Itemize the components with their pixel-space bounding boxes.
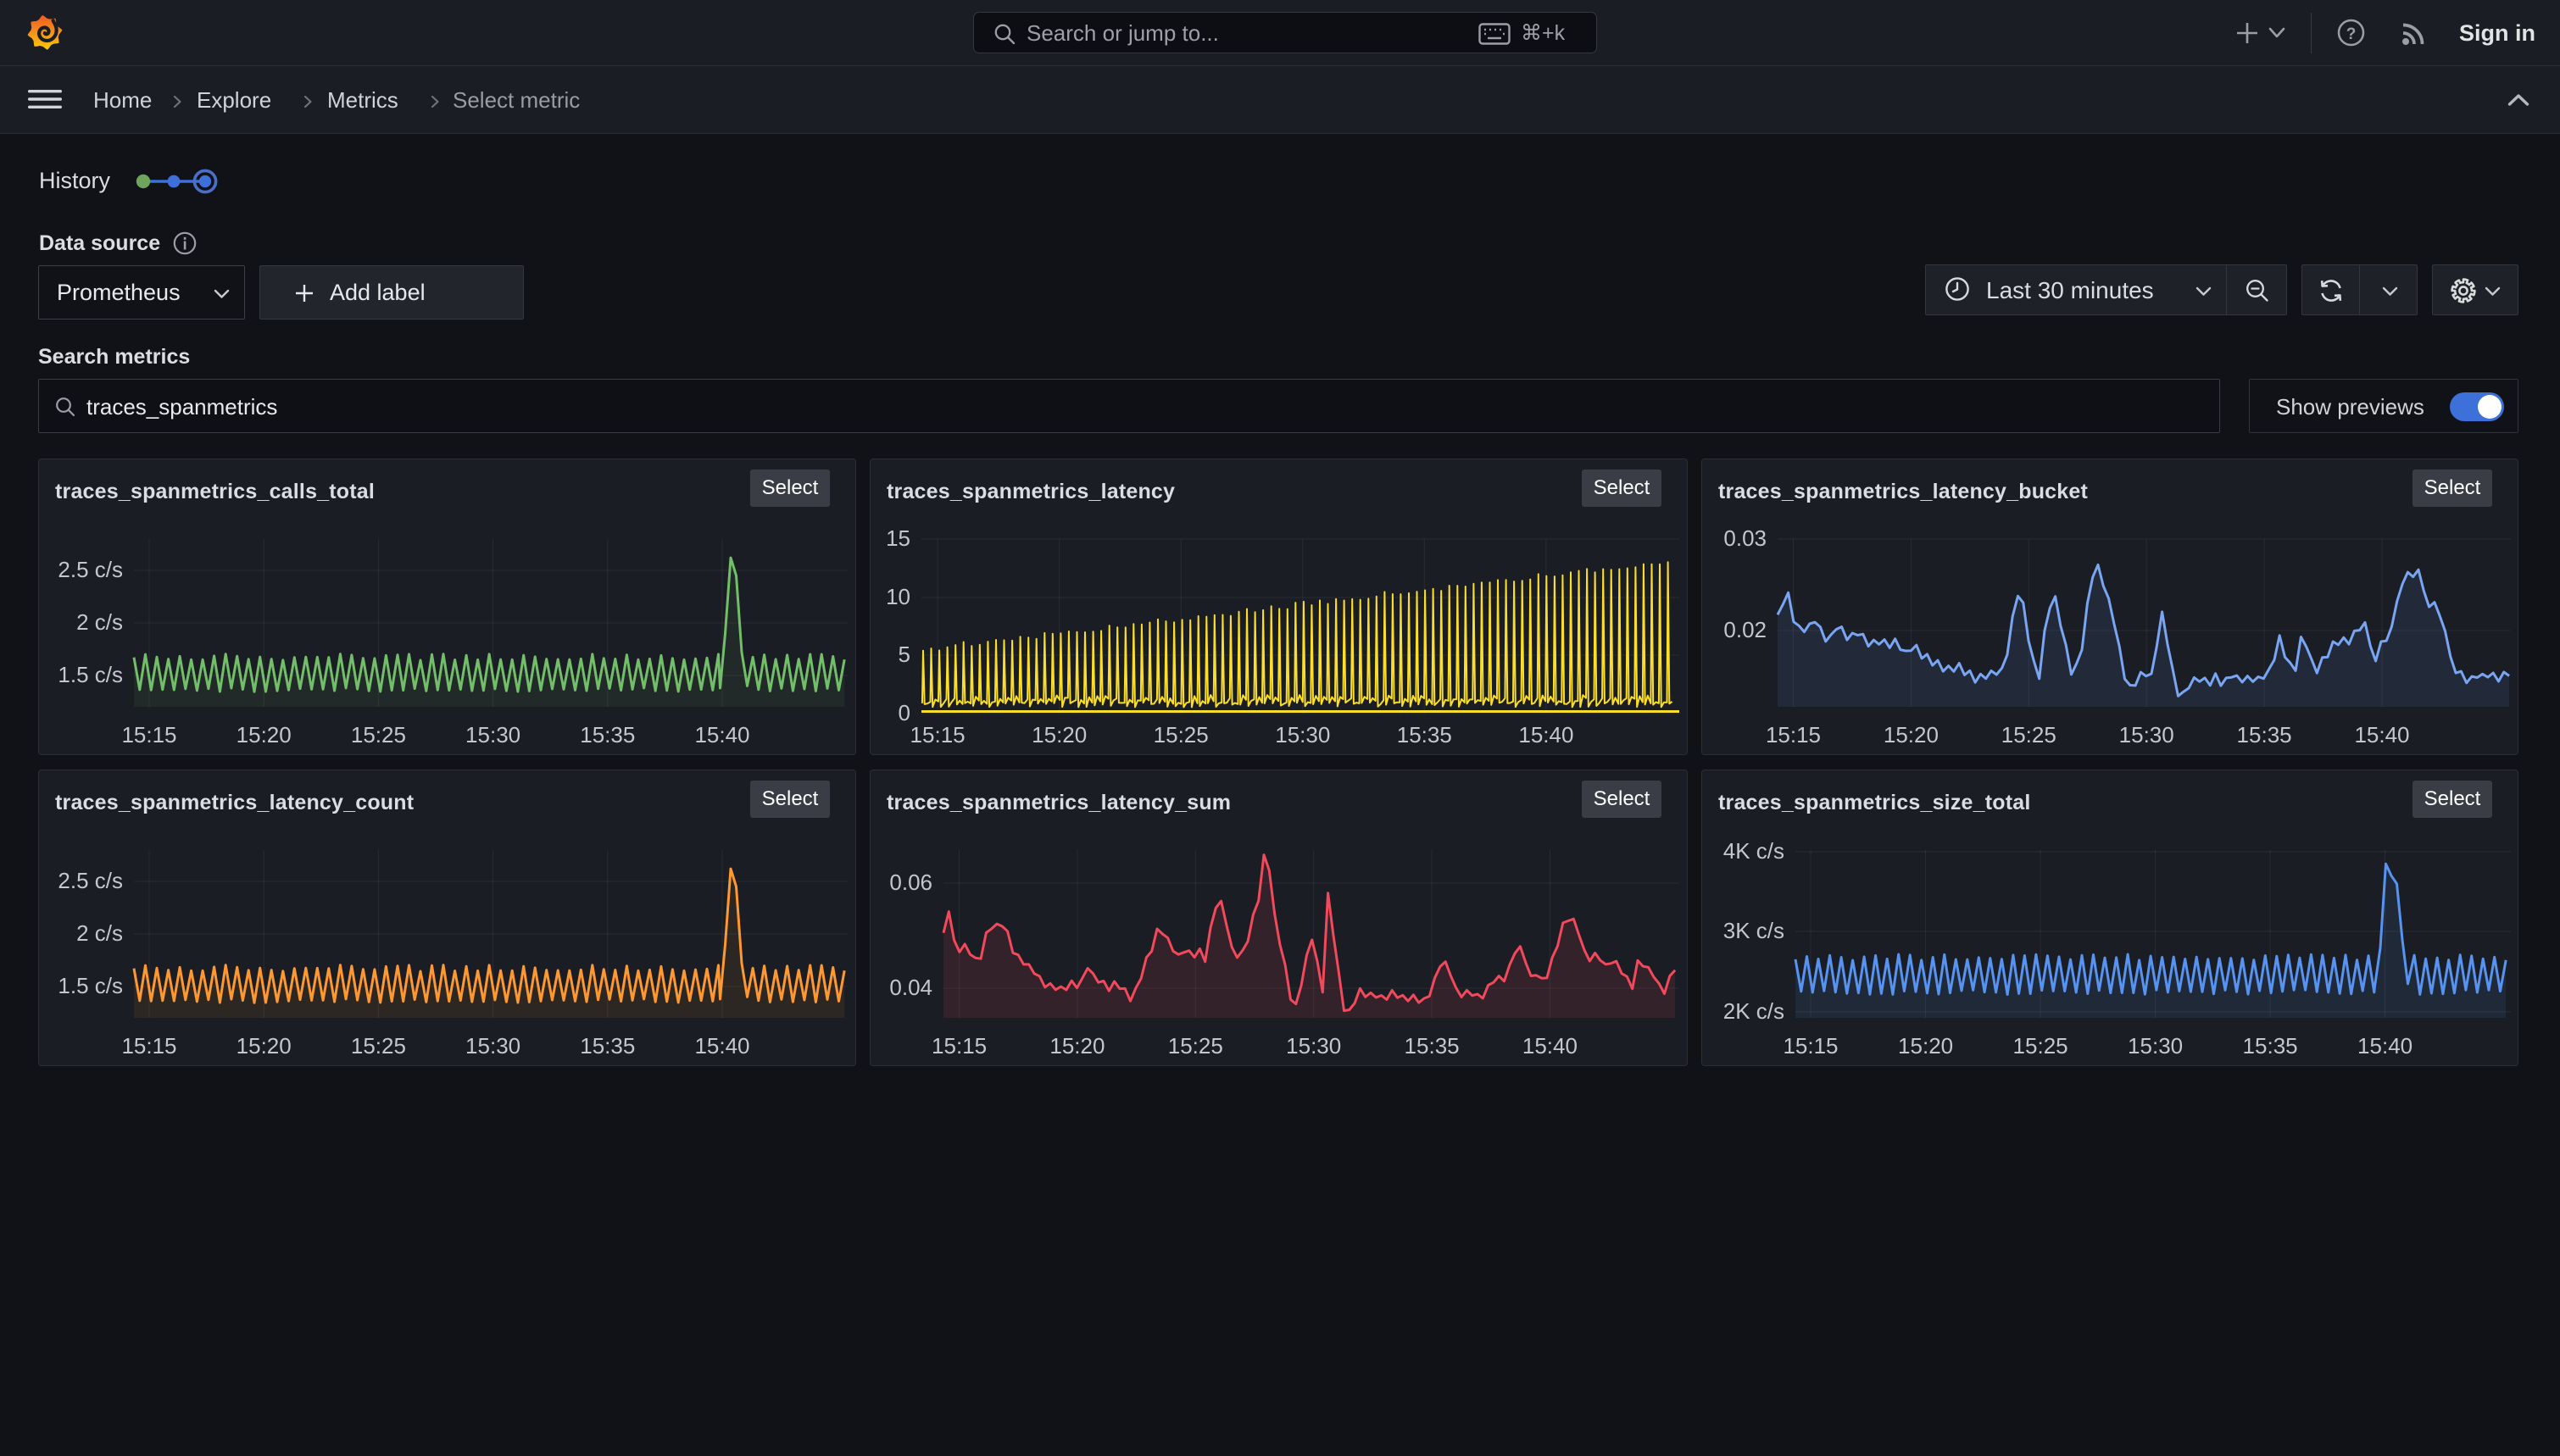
svg-text:0: 0 xyxy=(899,700,910,725)
svg-text:15:15: 15:15 xyxy=(1766,722,1821,747)
svg-text:15:30: 15:30 xyxy=(2119,722,2174,747)
svg-text:15:15: 15:15 xyxy=(121,1033,176,1059)
svg-text:1.5 c/s: 1.5 c/s xyxy=(58,973,123,998)
svg-text:5: 5 xyxy=(899,642,910,667)
svg-text:15:40: 15:40 xyxy=(694,722,749,747)
svg-text:0.02: 0.02 xyxy=(1723,617,1767,642)
svg-text:2.5 c/s: 2.5 c/s xyxy=(58,557,123,582)
svg-text:15:15: 15:15 xyxy=(121,722,176,747)
svg-text:15:35: 15:35 xyxy=(1405,1033,1460,1059)
svg-text:0.04: 0.04 xyxy=(889,975,932,1000)
svg-text:15:25: 15:25 xyxy=(351,722,406,747)
svg-text:15:20: 15:20 xyxy=(1032,722,1087,747)
svg-text:15:30: 15:30 xyxy=(1275,722,1330,747)
svg-text:15:35: 15:35 xyxy=(580,1033,635,1059)
svg-text:2K c/s: 2K c/s xyxy=(1723,998,1784,1024)
svg-text:15:40: 15:40 xyxy=(2357,1033,2413,1059)
svg-text:4K c/s: 4K c/s xyxy=(1723,838,1784,864)
svg-text:15:25: 15:25 xyxy=(1154,722,1209,747)
svg-text:15:35: 15:35 xyxy=(580,722,635,747)
svg-text:15:30: 15:30 xyxy=(465,1033,520,1059)
svg-text:15:15: 15:15 xyxy=(1783,1033,1838,1059)
svg-text:15:20: 15:20 xyxy=(1049,1033,1105,1059)
svg-text:15:20: 15:20 xyxy=(1898,1033,1953,1059)
svg-text:15:20: 15:20 xyxy=(237,722,292,747)
svg-text:15:35: 15:35 xyxy=(1397,722,1452,747)
svg-text:15:40: 15:40 xyxy=(694,1033,749,1059)
svg-text:1.5 c/s: 1.5 c/s xyxy=(58,662,123,687)
svg-text:15:30: 15:30 xyxy=(465,722,520,747)
svg-text:15:15: 15:15 xyxy=(932,1033,987,1059)
svg-text:0.03: 0.03 xyxy=(1723,525,1767,551)
svg-text:15:40: 15:40 xyxy=(2354,722,2409,747)
svg-text:?: ? xyxy=(2346,25,2357,43)
svg-text:15:40: 15:40 xyxy=(1518,722,1573,747)
svg-text:2 c/s: 2 c/s xyxy=(76,609,123,635)
svg-text:10: 10 xyxy=(886,584,910,609)
svg-text:2 c/s: 2 c/s xyxy=(76,920,123,946)
svg-text:15:30: 15:30 xyxy=(2128,1033,2183,1059)
svg-text:15:25: 15:25 xyxy=(2013,1033,2068,1059)
svg-text:15:40: 15:40 xyxy=(1522,1033,1578,1059)
svg-text:15:25: 15:25 xyxy=(2001,722,2056,747)
svg-text:0.06: 0.06 xyxy=(889,870,932,895)
svg-text:15:30: 15:30 xyxy=(1286,1033,1341,1059)
svg-text:15: 15 xyxy=(886,525,910,551)
svg-text:15:20: 15:20 xyxy=(1884,722,1939,747)
svg-text:15:25: 15:25 xyxy=(351,1033,406,1059)
svg-text:15:35: 15:35 xyxy=(2243,1033,2298,1059)
svg-text:15:20: 15:20 xyxy=(237,1033,292,1059)
svg-text:2.5 c/s: 2.5 c/s xyxy=(58,868,123,893)
svg-text:15:35: 15:35 xyxy=(2237,722,2292,747)
svg-text:15:25: 15:25 xyxy=(1168,1033,1223,1059)
svg-text:15:15: 15:15 xyxy=(910,722,966,747)
svg-text:3K c/s: 3K c/s xyxy=(1723,918,1784,943)
